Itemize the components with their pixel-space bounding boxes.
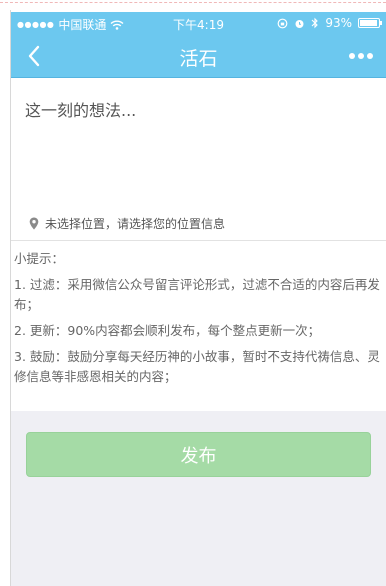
bluetooth-icon bbox=[311, 17, 319, 29]
more-dots-icon bbox=[349, 53, 373, 59]
status-right: 93% bbox=[277, 16, 382, 30]
tips-section: 小提示： 1. 过滤：采用微信公众号留言评论形式，过滤不合适的内容后再发布； 2… bbox=[14, 249, 384, 393]
location-label: 未选择位置，请选择您的位置信息 bbox=[45, 217, 226, 231]
alarm-icon bbox=[295, 19, 304, 28]
page-edge-dash bbox=[0, 2, 386, 3]
thought-input[interactable] bbox=[25, 97, 370, 207]
nav-bar: 活石 bbox=[11, 34, 386, 78]
bottom-panel: 发布 bbox=[11, 411, 386, 586]
orientation-lock-icon bbox=[277, 18, 288, 28]
status-bar: ●●●●● 中国联通 下午4:19 93% bbox=[11, 12, 386, 34]
battery-percent: 93% bbox=[325, 16, 352, 30]
tip-item: 3. 鼓励：鼓励分享每天经历神的小故事，暂时不支持代祷信息、灵修信息等非感恩相关… bbox=[14, 349, 380, 384]
page-title: 活石 bbox=[179, 48, 218, 70]
location-selector[interactable]: 未选择位置，请选择您的位置信息 bbox=[29, 215, 225, 232]
battery-icon bbox=[358, 18, 382, 28]
tips-heading: 小提示： bbox=[14, 251, 65, 266]
location-pin-icon bbox=[29, 217, 39, 230]
divider bbox=[11, 240, 386, 241]
battery-fill bbox=[360, 20, 377, 26]
publish-button[interactable]: 发布 bbox=[26, 432, 371, 477]
composer-area: 未选择位置，请选择您的位置信息 bbox=[11, 79, 386, 239]
tip-item: 2. 更新：90%内容都会顺利发布，每个整点更新一次； bbox=[14, 323, 321, 338]
more-button[interactable] bbox=[346, 46, 376, 66]
header-bar: ●●●●● 中国联通 下午4:19 93% 活石 bbox=[11, 12, 386, 78]
app-frame: ●●●●● 中国联通 下午4:19 93% 活石 这一刻的想法... 未选择位置… bbox=[0, 0, 386, 586]
tip-item: 1. 过滤：采用微信公众号留言评论形式，过滤不合适的内容后再发布； bbox=[14, 277, 380, 312]
